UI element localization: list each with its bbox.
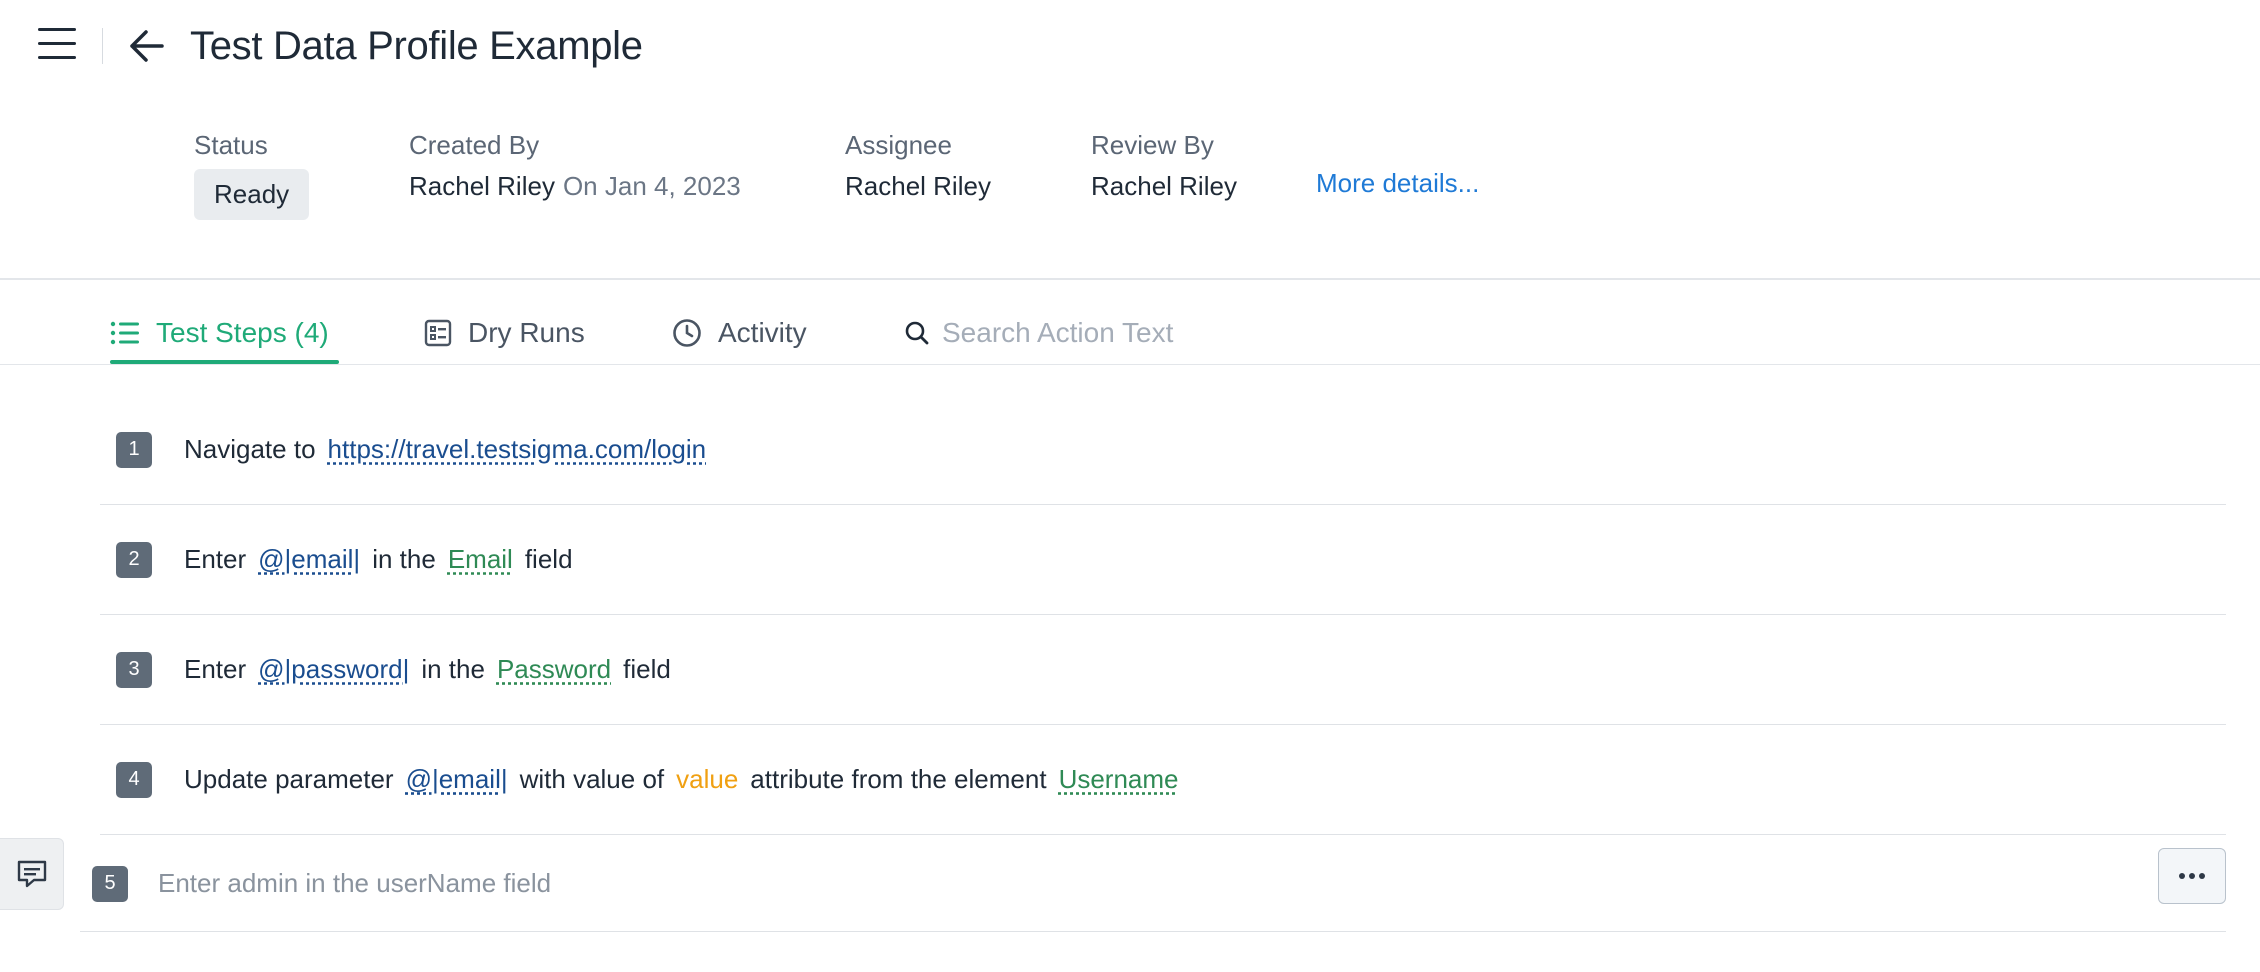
review-by-label: Review By [1091,130,1214,160]
created-by-label: Created By [409,130,540,160]
ellipsis-icon[interactable] [2158,848,2226,904]
review-by-field: Review By Rachel Riley [1091,130,1237,202]
created-by-name: Rachel Riley [409,171,555,201]
search-box [904,305,1342,361]
step-text: Enter @|email| in the Email field [184,544,585,575]
assignee-field: Assignee Rachel Riley [845,130,991,202]
step-number: 1 [116,431,152,468]
test-step-row[interactable]: 2 Enter @|email| in the Email field [100,505,2226,615]
step-text-part: field [524,544,573,574]
test-step-row[interactable]: 4 Update parameter @|email| with value o… [100,725,2226,835]
clock-icon [673,319,701,347]
status-label: Status [194,130,268,160]
status-field: Status Ready [194,130,310,220]
page-header: Test Data Profile Example [0,0,2260,96]
parameter-token[interactable]: @|email| [406,764,508,795]
tabs-separator [0,364,2260,365]
tab-activity[interactable]: Activity [672,300,807,366]
step-text: Navigate to https://travel.testsigma.com… [184,434,718,465]
checklist-icon [424,319,452,347]
search-icon [905,321,929,345]
step-text-part: attribute from the element [750,764,1047,794]
review-by-value: Rachel Riley [1091,171,1237,201]
step-text-part: with value of [519,764,665,794]
step-number: 4 [116,761,152,798]
element-token[interactable]: Email [448,544,513,575]
step-number: 5 [92,865,128,902]
url-token[interactable]: https://travel.testsigma.com/login [328,434,707,465]
header-separator [0,278,2260,280]
step-text-part: field [623,654,671,684]
parameter-token[interactable]: @|email| [258,544,360,575]
test-step-row[interactable]: 3 Enter @|password| in the Password fiel… [100,615,2226,725]
step-text-part: in the [372,544,436,574]
tab-dry-runs-label: Dry Runs [468,317,585,348]
assignee-label: Assignee [845,130,952,160]
step-text-part: in the [421,654,485,684]
chat-icon[interactable] [0,838,64,910]
step-number: 3 [116,651,152,688]
step-text-part: Update parameter [184,764,394,794]
parameter-token[interactable]: @|password| [258,654,409,685]
new-step-row: 5 [80,836,2226,932]
created-by-field: Created By Rachel Riley On Jan 4, 2023 [409,130,741,202]
tab-test-steps[interactable]: Test Steps (4) [110,300,329,366]
step-text-part: Enter [184,544,247,574]
element-token[interactable]: Password [497,654,611,685]
step-text: Enter @|password| in the Password field [184,654,683,685]
status-badge: Ready [194,169,310,220]
arrow-left-icon[interactable] [128,28,166,64]
assignee-value: Rachel Riley [845,171,991,201]
created-date: On Jan 4, 2023 [562,171,741,201]
more-details-link[interactable]: More details... [1316,168,1479,199]
step-text-part: Navigate to [184,434,316,464]
page-title: Test Data Profile Example [190,24,643,68]
hamburger-icon[interactable] [38,28,76,60]
tab-dry-runs[interactable]: Dry Runs [424,300,585,366]
step-number: 2 [116,541,152,578]
created-by-value: Rachel Riley On Jan 4, 2023 [409,171,741,202]
attribute-token[interactable]: value [676,764,738,795]
test-step-row[interactable]: 1 Navigate to https://travel.testsigma.c… [100,395,2226,505]
tab-test-steps-label: Test Steps (4) [156,317,329,348]
list-icon [110,321,139,345]
search-input[interactable] [942,317,1342,349]
step-text: Update parameter @|email| with value of … [184,764,1191,795]
new-step-input[interactable] [158,868,2058,899]
header-divider [102,28,103,64]
element-token[interactable]: Username [1059,764,1179,795]
tab-activity-label: Activity [718,317,807,348]
step-text-part: Enter [184,654,247,684]
